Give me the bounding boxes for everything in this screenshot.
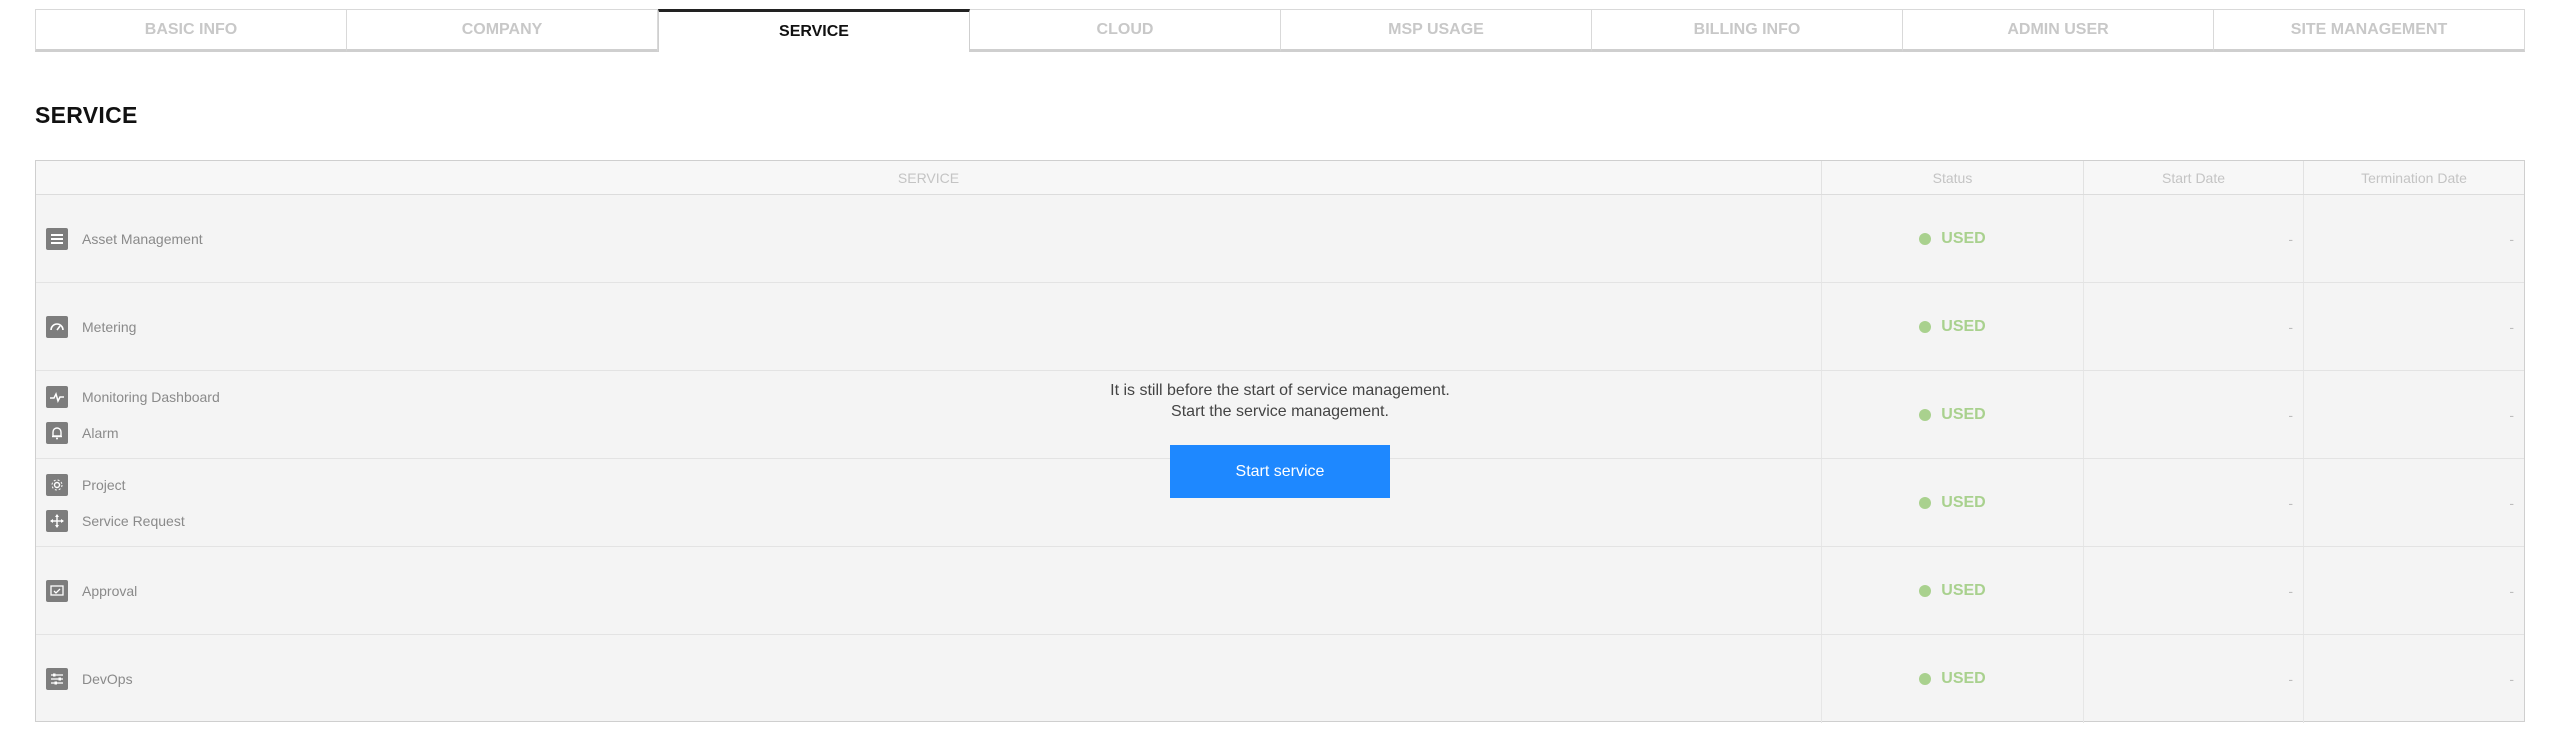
service-item: Approval [46,579,1821,602]
table-row: DevOps USED - - [36,635,2524,723]
service-item: Alarm [46,421,1821,444]
status-cell: USED [1822,547,2084,634]
column-header-termination-date: Termination Date [2361,169,2467,186]
service-item: Project [46,473,1821,496]
start-date-cell: - [2084,547,2304,634]
start-date-cell: - [2084,635,2304,723]
termination-date-cell: - [2509,318,2514,335]
termination-date-cell: - [2509,582,2514,599]
gauge-icon [46,315,68,338]
service-label: Approval [82,582,138,599]
service-cell: Project Service Request [36,459,1822,546]
start-date-cell: - [2084,371,2304,458]
table-row: Metering USED - - [36,283,2524,371]
service-item: Service Request [46,509,1821,532]
status-badge: USED [1941,493,1986,511]
table-header: SERVICE Status Start Date Termination Da… [36,161,2524,195]
page-title: SERVICE [35,102,138,128]
service-label: Asset Management [82,230,203,247]
status-cell: USED [1822,371,2084,458]
tab-msp-usage[interactable]: MSP USAGE [1281,9,1592,52]
tab-service[interactable]: SERVICE [658,9,970,52]
move-icon [46,509,68,532]
start-date-cell: - [2084,283,2304,370]
service-label: Project [82,476,126,493]
start-date-cell: - [2084,459,2304,546]
termination-date-cell: - [2509,406,2514,423]
status-cell: USED [1822,459,2084,546]
bell-icon [46,421,68,444]
service-item: Asset Management [46,227,1821,250]
service-label: Alarm [82,424,119,441]
status-badge: USED [1941,317,1986,335]
service-item: Metering [46,315,1821,338]
termination-date-cell: - [2509,230,2514,247]
status-dot [1919,232,1932,245]
service-cell: Approval [36,547,1822,634]
column-header-start-date: Start Date [2084,161,2304,194]
page: BASIC INFO COMPANY SERVICE CLOUD MSP USA… [0,0,2559,735]
service-cell: Monitoring Dashboard Alarm [36,371,1822,458]
approval-icon [46,579,68,602]
status-badge: USED [1941,670,1986,687]
termination-date-cell: - [2509,671,2514,687]
status-dot [1919,496,1932,509]
table-row: Asset Management USED - - [36,195,2524,283]
status-badge: USED [1941,581,1986,599]
service-label: Monitoring Dashboard [82,388,220,405]
service-label: Service Request [82,512,185,529]
tab-admin-user[interactable]: ADMIN USER [1903,9,2214,52]
tab-billing-info[interactable]: BILLING INFO [1592,9,1903,52]
start-service-button[interactable]: Start service [1170,445,1390,498]
tab-basic-info[interactable]: BASIC INFO [35,9,347,52]
table-row: Approval USED - - [36,547,2524,635]
start-date-cell: - [2084,195,2304,282]
prompt-message-line-1: It is still before the start of service … [1110,382,1450,399]
service-item: Monitoring Dashboard [46,385,1821,408]
status-dot [1919,673,1932,685]
service-label: Metering [82,318,137,335]
column-header-service: SERVICE [36,161,1822,194]
pulse-icon [46,385,68,408]
service-item: DevOps [46,668,1821,690]
service-cell: Asset Management [36,195,1822,282]
tab-company[interactable]: COMPANY [347,9,658,52]
gear-icon [46,473,68,496]
tab-bar: BASIC INFO COMPANY SERVICE CLOUD MSP USA… [35,9,2525,52]
status-cell: USED [1822,283,2084,370]
termination-date-cell: - [2509,494,2514,511]
service-label: DevOps [82,671,133,687]
status-cell: USED [1822,195,2084,282]
prompt-message-line-2: Start the service management. [1171,403,1389,420]
start-service-prompt: It is still before the start of service … [1080,380,1480,498]
list-icon [46,227,68,250]
status-dot [1919,584,1932,597]
status-badge: USED [1941,229,1986,247]
status-dot [1919,408,1932,421]
status-badge: USED [1941,405,1986,423]
sliders-icon [46,668,68,690]
service-cell: DevOps [36,635,1822,723]
status-cell: USED [1822,635,2084,723]
column-header-status: Status [1822,161,2084,194]
service-cell: Metering [36,283,1822,370]
tab-site-management[interactable]: SITE MANAGEMENT [2214,9,2525,52]
tab-cloud[interactable]: CLOUD [970,9,1281,52]
status-dot [1919,320,1932,333]
